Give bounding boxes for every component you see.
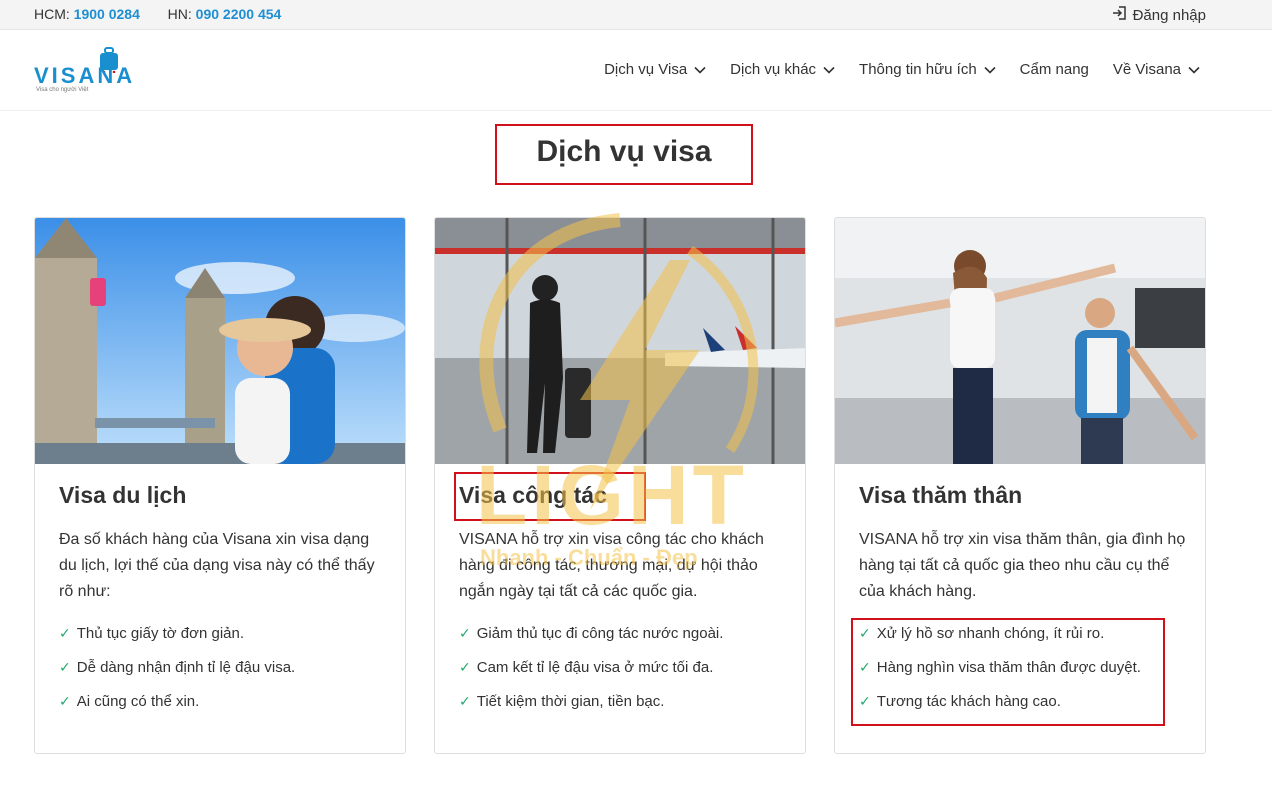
nav-item-label: Thông tin hữu ích [859,61,977,78]
airport-reunion-photo [835,218,1205,464]
hcm-label: HCM: [34,6,70,22]
nav-item-label: Dịch vụ khác [730,61,817,78]
card-visa-du-lich[interactable]: Visa du lịch Đa số khách hàng của Visana… [34,217,406,754]
chevron-down-icon [1188,66,1200,74]
card-title[interactable]: Visa thăm thân [859,482,1022,509]
section-title-highlight: Dịch vụ visa [495,124,753,185]
list-item: ✓ Ai cũng có thể xin. [59,693,295,727]
site-header: VISANA Visa cho người Việt Dịch vụ Visa D… [0,31,1272,111]
list-item: ✓ Giảm thủ tục đi công tác nước ngoài. [459,625,723,659]
card-description: VISANA hỗ trợ xin visa thăm thân, gia đì… [859,531,1186,600]
logo-wordmark: VISANA [34,63,136,88]
business-traveler-photo [435,218,805,464]
hn-phone-link[interactable]: 090 2200 454 [196,6,282,22]
section-title: Dịch vụ visa [536,135,712,168]
card-title[interactable]: Visa du lịch [59,482,186,509]
list-item-text: Cam kết tỉ lệ đậu visa ở mức tối đa. [476,659,714,676]
check-icon: ✓ [459,625,471,641]
nav-item-label: Dịch vụ Visa [604,61,688,78]
chevron-down-icon [823,66,835,74]
nav-item-label: Cẩm nang [1019,61,1089,78]
benefit-list: ✓ Giảm thủ tục đi công tác nước ngoài. ✓ C… [459,625,723,727]
benefit-list-highlight [851,618,1165,726]
login-link[interactable]: Đăng nhập [1111,5,1206,25]
watermark-slogan: Nhanh - Chuẩn - Đẹp [480,545,698,570]
check-icon: ✓ [59,693,71,709]
hn-label: HN: [167,6,192,22]
list-item-text: Thủ tục giấy tờ đơn giản. [76,625,244,642]
list-item-text: Tiết kiệm thời gian, tiền bạc. [476,693,665,710]
tourist-couple-photo [35,218,405,464]
login-label: Đăng nhập [1132,6,1206,24]
list-item: ✓ Tiết kiệm thời gian, tiền bạc. [459,693,723,727]
nav-item-4[interactable]: Về Visana [1113,61,1200,78]
nav-item-1[interactable]: Dịch vụ khác [730,61,835,78]
nav-item-label: Về Visana [1112,61,1181,78]
list-item: ✓ Cam kết tỉ lệ đậu visa ở mức tối đa. [459,659,723,693]
nav-item-0[interactable]: Dịch vụ Visa [604,61,706,78]
visana-logo[interactable]: VISANA Visa cho người Việt [34,47,138,95]
card-description: Đa số khách hàng của Visana xin visa dạn… [59,531,375,600]
contact-info: HCM: 1900 0284 HN: 090 2200 454 [34,6,281,22]
check-icon: ✓ [459,659,471,675]
check-icon: ✓ [59,659,71,675]
top-bar: HCM: 1900 0284 HN: 090 2200 454 Đăng nhậ… [0,0,1272,30]
nav-item-2[interactable]: Thông tin hữu ích [859,61,996,78]
check-icon: ✓ [59,625,71,641]
logo-tagline: Visa cho người Việt [36,87,89,93]
main-nav: Dịch vụ Visa Dịch vụ khác Thông tin hữu íc… [604,61,1200,78]
list-item-text: Giảm thủ tục đi công tác nước ngoài. [476,625,724,642]
watermark-brand: LIGHT [476,448,748,542]
list-item: ✓ Dễ dàng nhận định tỉ lệ đậu visa. [59,659,295,693]
nav-item-3[interactable]: Cẩm nang [1020,61,1089,78]
check-icon: ✓ [459,693,471,709]
list-item-text: Ai cũng có thể xin. [76,693,200,710]
list-item: ✓ Thủ tục giấy tờ đơn giản. [59,625,295,659]
list-item-text: Dễ dàng nhận định tỉ lệ đậu visa. [76,659,296,676]
login-icon [1111,5,1127,25]
hcm-phone-link[interactable]: 1900 0284 [74,6,140,22]
chevron-down-icon [984,66,996,74]
chevron-down-icon [694,66,706,74]
benefit-list: ✓ Thủ tục giấy tờ đơn giản. ✓ Dễ dàng nhận… [59,625,295,727]
